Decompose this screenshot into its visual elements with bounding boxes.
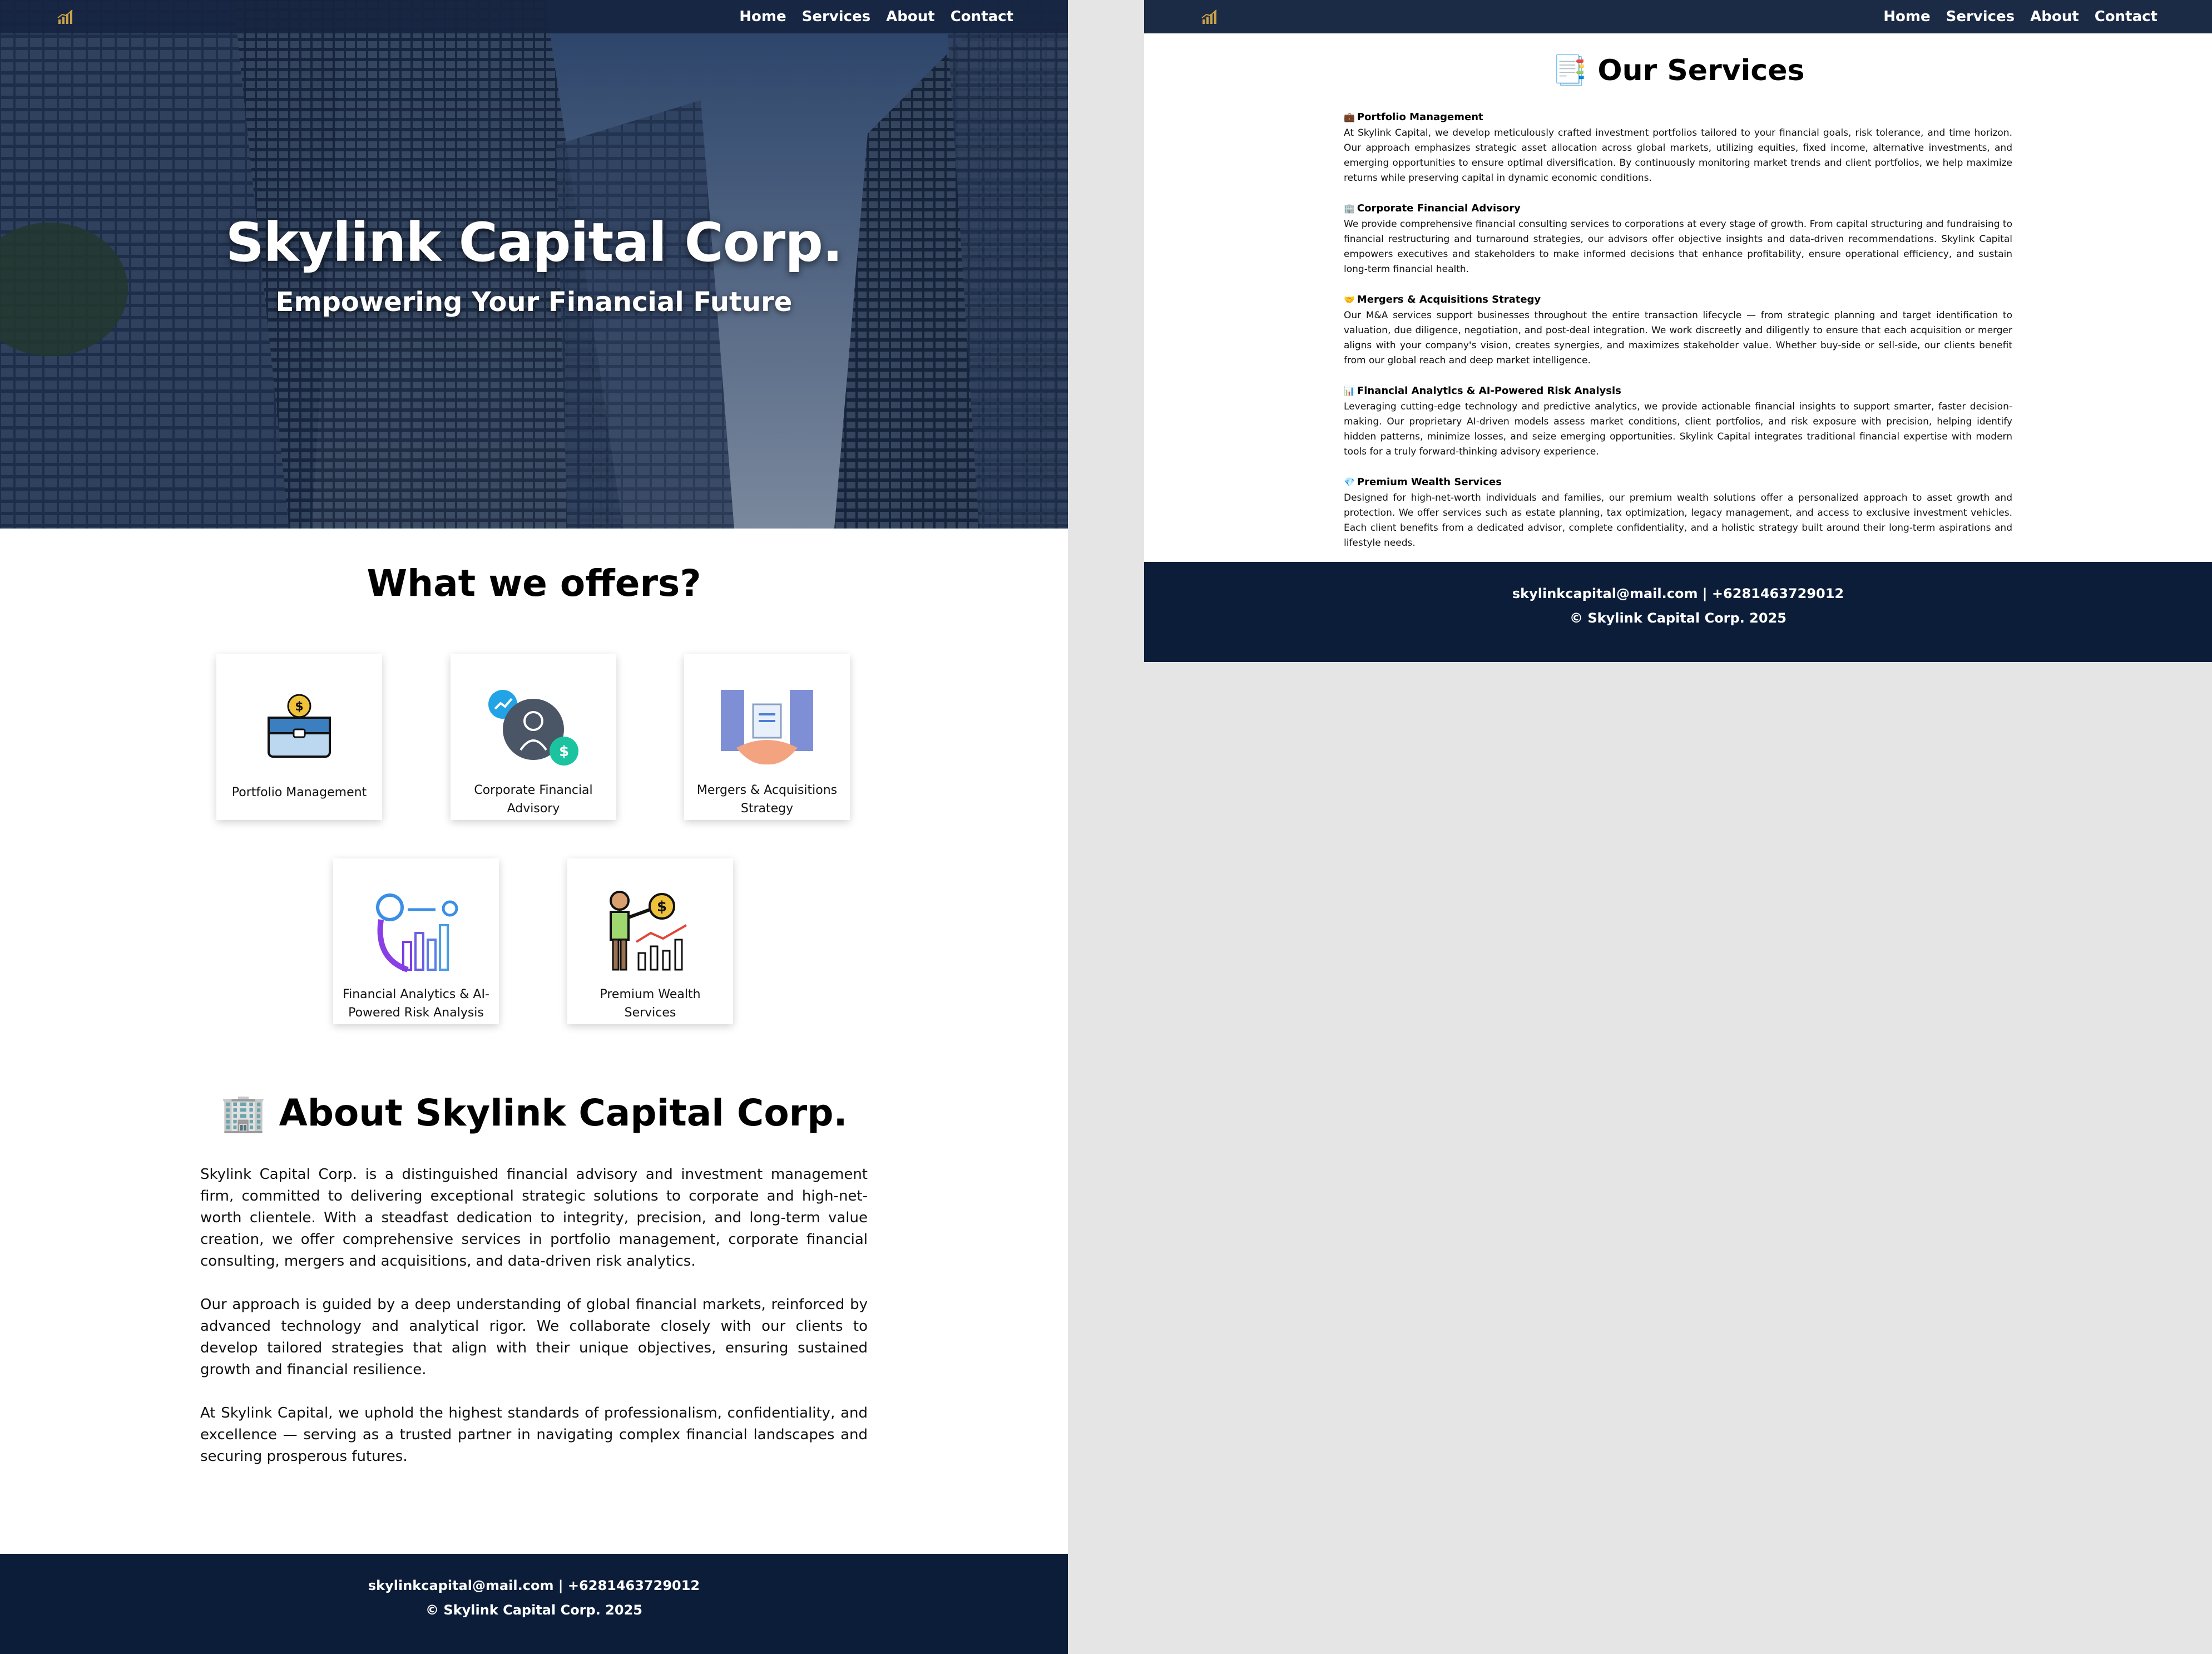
service-item: 💼 Portfolio Management At Skylink Capital… xyxy=(1344,109,2012,186)
footer: skylinkcapital@mail.com | +6281463729012… xyxy=(1144,562,2212,662)
handshake-icon: 🤝 xyxy=(1344,294,1355,305)
handshake-buildings-icon xyxy=(717,677,817,777)
services-list: 💼 Portfolio Management At Skylink Capital… xyxy=(1344,109,2012,565)
offer-card-label: Premium Wealth Services xyxy=(600,988,701,1020)
nav-services-link[interactable]: Services xyxy=(802,8,871,25)
offer-card-label: Portfolio Management xyxy=(231,786,367,799)
service-heading-text: Mergers & Acquisitions Strategy xyxy=(1357,294,1541,305)
footer-copyright: © Skylink Capital Corp. 2025 xyxy=(425,1602,642,1618)
service-item: 📊 Financial Analytics & AI-Powered Risk A… xyxy=(1344,383,2012,460)
service-heading: 🏢 Corporate Financial Advisory xyxy=(1344,200,2012,217)
offer-card-mergers[interactable]: Mergers & Acquisitions Strategy xyxy=(684,654,850,820)
briefcase-icon: 💼 xyxy=(1344,112,1355,122)
service-item: 🏢 Corporate Financial Advisory We provide… xyxy=(1344,200,2012,277)
analytics-gear-chart-icon xyxy=(366,881,466,981)
offer-card-label: Financial Analytics & AI-Powered Risk An… xyxy=(343,988,489,1020)
service-description: Designed for high-net-worth individuals … xyxy=(1344,492,2012,549)
svg-text:$: $ xyxy=(657,898,667,915)
hero-subtitle: Empowering Your Financial Future xyxy=(275,287,793,318)
logo-chart-icon[interactable] xyxy=(56,7,76,27)
footer: skylinkcapital@mail.com | +6281463729012… xyxy=(0,1554,1068,1654)
offer-card-wealth[interactable]: $ Premium Wealth Services xyxy=(567,858,733,1024)
services-title-text: Our Services xyxy=(1597,54,1805,87)
offer-card-label: Mergers & Acquisitions Strategy xyxy=(696,783,838,816)
office-building-icon: 🏢 xyxy=(1344,203,1355,214)
about-paragraph: Our approach is guided by a deep underst… xyxy=(200,1296,868,1378)
navbar: Home Services About Contact xyxy=(1144,0,2212,33)
advisor-person-icon: $ xyxy=(483,677,583,777)
nav-contact-link[interactable]: Contact xyxy=(951,8,1013,25)
about-title: 🏢 About Skylink Capital Corp. xyxy=(0,1092,1068,1135)
service-heading: 🤝 Mergers & Acquisitions Strategy xyxy=(1344,292,2012,308)
service-heading-text: Corporate Financial Advisory xyxy=(1357,203,1521,214)
service-item: 🤝 Mergers & Acquisitions Strategy Our M&A… xyxy=(1344,292,2012,368)
office-building-icon: 🏢 xyxy=(220,1092,266,1134)
service-description: At Skylink Capital, we develop meticulou… xyxy=(1344,127,2012,184)
hero-title: Skylink Capital Corp. xyxy=(225,211,843,274)
briefcase-coin-icon: $ xyxy=(249,679,349,779)
person-coin-chart-icon: $ xyxy=(600,881,700,981)
svg-text:$: $ xyxy=(295,700,303,714)
document-icon: 📑 xyxy=(1551,54,1588,87)
bar-chart-icon: 📊 xyxy=(1344,386,1355,396)
nav-about-link[interactable]: About xyxy=(886,8,935,25)
gem-icon: 💎 xyxy=(1344,477,1355,487)
logo-chart-icon[interactable] xyxy=(1200,7,1220,27)
service-description: Our M&A services support businesses thro… xyxy=(1344,310,2012,366)
offer-card-portfolio[interactable]: $ Portfolio Management xyxy=(216,654,382,820)
service-description: Leveraging cutting-edge technology and p… xyxy=(1344,401,2012,457)
home-page: Skylink Capital Corp. Empowering Your Fi… xyxy=(0,0,1068,1654)
about-paragraph: Skylink Capital Corp. is a distinguished… xyxy=(200,1166,868,1270)
offer-card-advisory[interactable]: $ Corporate Financial Advisory xyxy=(451,654,616,820)
service-item: 💎 Premium Wealth Services Designed for hi… xyxy=(1344,474,2012,551)
service-heading-text: Financial Analytics & AI-Powered Risk An… xyxy=(1357,385,1621,397)
offers-title: What we offers? xyxy=(367,562,701,605)
navbar: Home Services About Contact xyxy=(0,0,1068,33)
nav-about-link[interactable]: About xyxy=(2030,8,2079,25)
nav-home-link[interactable]: Home xyxy=(739,8,786,25)
footer-contact: skylinkcapital@mail.com | +6281463729012 xyxy=(1512,586,1844,601)
services-page: Home Services About Contact 📑 Our Servic… xyxy=(1144,0,2212,662)
service-heading-text: Premium Wealth Services xyxy=(1357,476,1502,488)
svg-text:$: $ xyxy=(559,743,569,760)
about-text: Skylink Capital Corp. is a distinguished… xyxy=(200,1164,868,1489)
service-heading: 💼 Portfolio Management xyxy=(1344,109,2012,126)
offer-card-label: Corporate Financial Advisory xyxy=(474,783,593,816)
nav-links: Home Services About Contact xyxy=(1883,8,2157,25)
offer-card-analytics[interactable]: Financial Analytics & AI-Powered Risk An… xyxy=(333,858,499,1024)
service-heading-text: Portfolio Management xyxy=(1357,111,1483,123)
nav-services-link[interactable]: Services xyxy=(1946,8,2015,25)
service-heading: 📊 Financial Analytics & AI-Powered Risk A… xyxy=(1344,383,2012,399)
footer-copyright: © Skylink Capital Corp. 2025 xyxy=(1570,610,1787,626)
footer-contact: skylinkcapital@mail.com | +6281463729012 xyxy=(368,1578,700,1593)
service-description: We provide comprehensive financial consu… xyxy=(1344,219,2012,275)
nav-contact-link[interactable]: Contact xyxy=(2095,8,2157,25)
about-title-text: About Skylink Capital Corp. xyxy=(279,1092,848,1134)
services-title: 📑 Our Services xyxy=(1144,53,2212,87)
nav-home-link[interactable]: Home xyxy=(1883,8,1930,25)
nav-links: Home Services About Contact xyxy=(739,8,1013,25)
about-paragraph: At Skylink Capital, we uphold the highes… xyxy=(200,1405,868,1465)
service-heading: 💎 Premium Wealth Services xyxy=(1344,474,2012,491)
hero-banner: Skylink Capital Corp. Empowering Your Fi… xyxy=(0,0,1068,529)
